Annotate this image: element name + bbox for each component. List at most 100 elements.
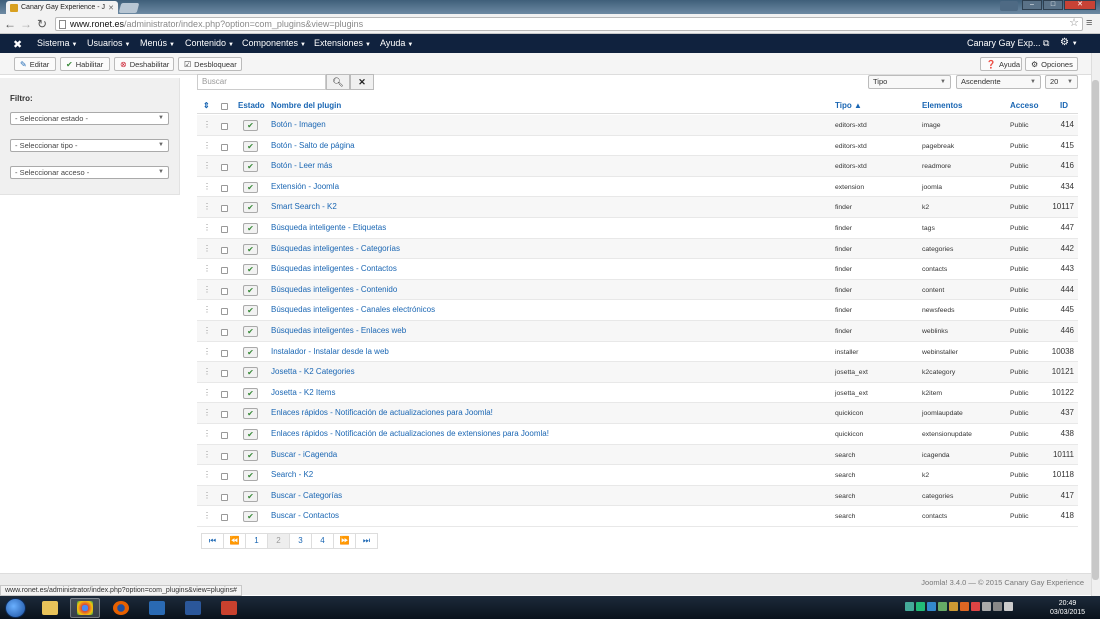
plugin-name-link[interactable]: Búsqueda inteligente - Etiquetas [271, 223, 386, 232]
plugin-name-link[interactable]: Búsquedas inteligentes - Categorías [271, 244, 400, 253]
site-name-link[interactable]: Canary Gay Exp... ⧉ [967, 38, 1049, 49]
firefox-task[interactable] [106, 598, 136, 618]
clear-icon[interactable]: ✕ [350, 74, 374, 90]
menu-contenido[interactable]: Contenido ▼ [185, 38, 234, 48]
row-checkbox[interactable] [221, 205, 228, 213]
user-profile-button[interactable] [1000, 1, 1018, 11]
drag-handle-icon[interactable]: ⋮ [203, 491, 211, 500]
scrollbar-thumb[interactable] [1092, 80, 1099, 580]
address-bar[interactable]: www.ronet.es/administrator/index.php?opt… [55, 17, 1083, 31]
drag-handle-icon[interactable]: ⋮ [203, 161, 211, 170]
status-toggle[interactable]: ✔ [243, 387, 258, 399]
row-checkbox[interactable] [221, 308, 228, 316]
browser-tab[interactable]: Canary Gay Experience - J ✕ [6, 1, 118, 14]
prev-page-button[interactable]: ⏪ [223, 533, 246, 549]
row-checkbox[interactable] [221, 143, 228, 151]
menu-extensiones[interactable]: Extensiones ▼ [314, 38, 371, 48]
plugin-name-link[interactable]: Botón - Salto de página [271, 141, 355, 150]
type-select[interactable]: - Seleccionar tipo - ▼ [10, 139, 169, 152]
order-select[interactable]: Ascendente ▼ [956, 75, 1041, 89]
plugin-name-link[interactable]: Instalador - Instalar desde la web [271, 347, 389, 356]
gear-icon[interactable]: ⚙ ▼ [1060, 37, 1078, 48]
drag-handle-icon[interactable]: ⋮ [203, 429, 211, 438]
row-checkbox[interactable] [221, 246, 228, 254]
access-select[interactable]: - Seleccionar acceso - ▼ [10, 166, 169, 179]
joomla-icon[interactable]: ✖ [13, 38, 22, 51]
status-toggle[interactable]: ✔ [243, 490, 258, 502]
col-id[interactable]: ID [1060, 101, 1068, 110]
drag-handle-icon[interactable]: ⋮ [203, 182, 211, 191]
drag-handle-icon[interactable]: ⋮ [203, 347, 211, 356]
row-checkbox[interactable] [221, 287, 228, 295]
col-access[interactable]: Acceso [1010, 101, 1038, 110]
col-type[interactable]: Tipo ▲ [835, 101, 862, 110]
drag-handle-icon[interactable]: ⋮ [203, 326, 211, 335]
drag-handle-icon[interactable]: ⋮ [203, 141, 211, 150]
row-checkbox[interactable] [221, 493, 228, 501]
plugin-name-link[interactable]: Búsquedas inteligentes - Canales electró… [271, 305, 435, 314]
next-page-button[interactable]: ⏩ [333, 533, 356, 549]
plugin-name-link[interactable]: Buscar - Contactos [271, 511, 339, 520]
drag-handle-icon[interactable]: ⋮ [203, 202, 211, 211]
plugin-name-link[interactable]: Botón - Leer más [271, 161, 332, 170]
close-tab-icon[interactable]: ✕ [108, 4, 114, 12]
status-toggle[interactable]: ✔ [243, 140, 258, 152]
page-1[interactable]: 1 [245, 533, 268, 549]
new-tab-button[interactable] [118, 3, 140, 13]
plugin-name-link[interactable]: Botón - Imagen [271, 120, 326, 129]
status-toggle[interactable]: ✔ [243, 120, 258, 131]
plugin-name-link[interactable]: Enlaces rápidos - Notificación de actual… [271, 429, 549, 438]
menu-menus[interactable]: Menús ▼ [140, 38, 175, 48]
app-task[interactable] [214, 598, 244, 618]
row-checkbox[interactable] [221, 226, 228, 233]
drag-handle-icon[interactable]: ⋮ [203, 388, 211, 397]
options-button[interactable]: ⚙ Opciones [1025, 57, 1078, 71]
drag-handle-icon[interactable]: ⋮ [203, 450, 211, 459]
status-toggle[interactable]: ✔ [243, 243, 258, 255]
close-window-button[interactable]: ✕ [1064, 0, 1096, 10]
state-select[interactable]: - Seleccionar estado - ▼ [10, 112, 169, 125]
row-checkbox[interactable] [221, 473, 228, 481]
ordering-icon[interactable]: ⇕ [203, 101, 210, 110]
back-icon[interactable]: ← [2, 16, 18, 32]
unlock-button[interactable]: ☑ Desbloquear [178, 57, 242, 71]
row-checkbox[interactable] [221, 514, 228, 522]
maximize-button[interactable]: □ [1043, 0, 1063, 10]
status-toggle[interactable]: ✔ [243, 346, 258, 358]
menu-usuarios[interactable]: Usuarios ▼ [87, 38, 130, 48]
plugin-name-link[interactable]: Search - K2 [271, 470, 313, 479]
drag-handle-icon[interactable]: ⋮ [203, 470, 211, 479]
drag-handle-icon[interactable]: ⋮ [203, 305, 211, 314]
enable-button[interactable]: ✔ Habilitar [60, 57, 110, 71]
drag-handle-icon[interactable]: ⋮ [203, 223, 211, 232]
menu-sistema[interactable]: Sistema ▼ [37, 38, 77, 48]
browser-menu-icon[interactable]: ≡ [1086, 17, 1092, 29]
type-filter-select[interactable]: Tipo ▼ [868, 75, 951, 89]
plugin-name-link[interactable]: Josetta - K2 Categories [271, 367, 355, 376]
status-toggle[interactable]: ✔ [243, 367, 258, 379]
last-page-button[interactable]: ⏭ [355, 533, 378, 549]
row-checkbox[interactable] [221, 452, 228, 460]
col-name[interactable]: Nombre del plugin [271, 101, 341, 110]
status-toggle[interactable]: ✔ [243, 511, 258, 523]
status-toggle[interactable]: ✔ [243, 264, 258, 276]
filezilla-task[interactable] [142, 598, 172, 618]
status-toggle[interactable]: ✔ [243, 202, 258, 214]
select-all-checkbox[interactable] [221, 103, 228, 110]
drag-handle-icon[interactable]: ⋮ [203, 120, 211, 129]
drag-handle-icon[interactable]: ⋮ [203, 244, 211, 253]
edit-button[interactable]: ✎ Editar [14, 57, 56, 71]
explorer-task[interactable] [35, 598, 65, 618]
search-input[interactable]: Buscar [197, 74, 326, 90]
plugin-name-link[interactable]: Smart Search - K2 [271, 202, 337, 211]
page-3[interactable]: 3 [289, 533, 312, 549]
status-toggle[interactable]: ✔ [243, 326, 258, 337]
drag-handle-icon[interactable]: ⋮ [203, 367, 211, 376]
plugin-name-link[interactable]: Buscar - iCagenda [271, 450, 337, 459]
drag-handle-icon[interactable]: ⋮ [203, 511, 211, 520]
plugin-name-link[interactable]: Búsquedas inteligentes - Contenido [271, 285, 397, 294]
plugin-name-link[interactable]: Búsquedas inteligentes - Contactos [271, 264, 397, 273]
status-toggle[interactable]: ✔ [243, 449, 258, 461]
plugin-name-link[interactable]: Josetta - K2 Items [271, 388, 335, 397]
row-checkbox[interactable] [221, 370, 228, 378]
